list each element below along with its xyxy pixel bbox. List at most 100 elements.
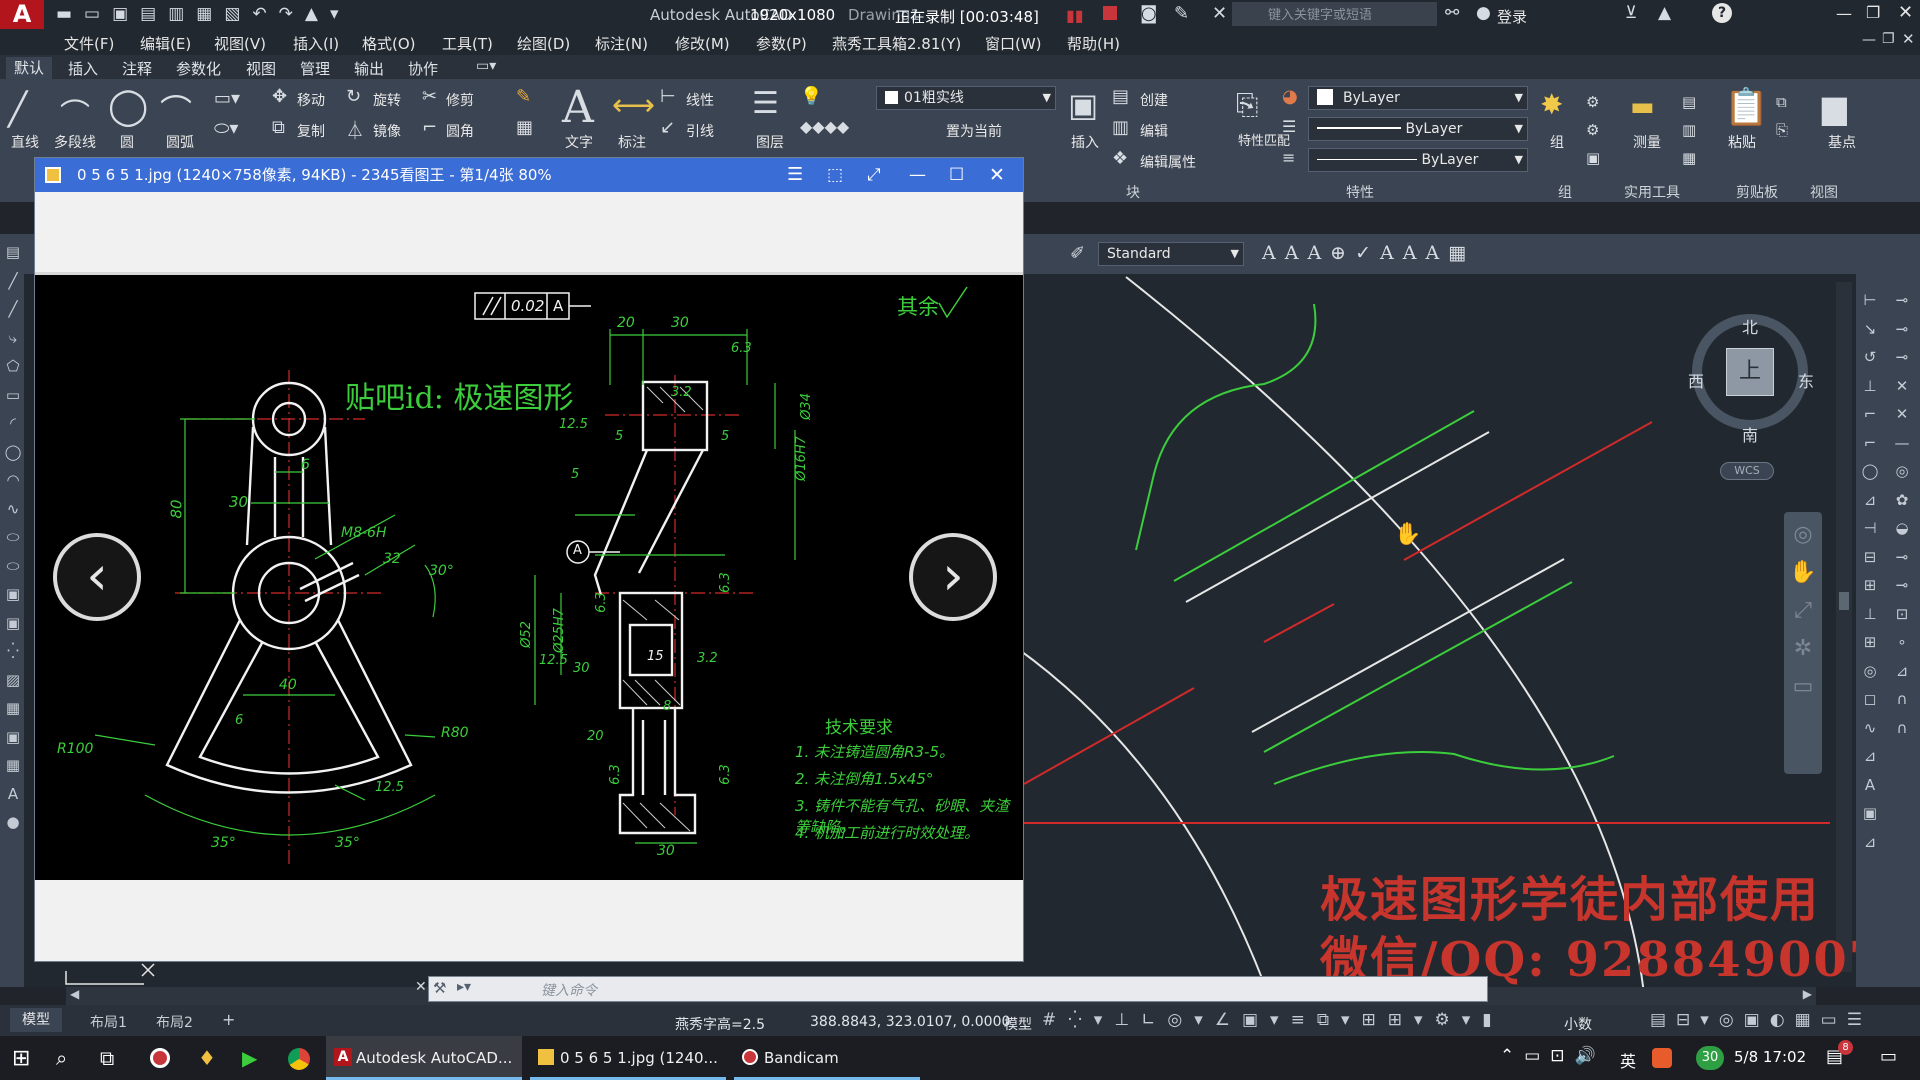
layer-properties-button[interactable]: 图层 — [756, 132, 784, 152]
line-button[interactable]: 直线 — [11, 132, 39, 152]
temperature-badge[interactable]: 30 — [1696, 1046, 1724, 1070]
calculator-icon[interactable]: ▤ ▥ ▦ — [1682, 88, 1696, 172]
taskbar-bandicam[interactable]: Bandicam — [734, 1036, 920, 1080]
base-point-button[interactable]: 基点 — [1828, 132, 1856, 152]
left-tool-icons[interactable]: ▤ ╱ ╱ ⤷ ⬠ ▭ ◜ ◯ ◠ ∿ ⬭ ⬭ ▣ ▣ ⁛ ▨ ▦ ▣ ▦ A ● — [4, 238, 22, 837]
insert-block-icon[interactable]: ▣ — [1068, 86, 1098, 124]
move-icon[interactable]: ✥ — [272, 86, 287, 107]
menu-icon[interactable]: ☰ — [787, 158, 803, 192]
camera-icon[interactable]: ◙ — [1140, 3, 1157, 24]
record-icon[interactable] — [150, 1048, 170, 1068]
coordinates-readout[interactable]: 388.8843, 323.0107, 0.0000 — [810, 1014, 1010, 1030]
tab-model[interactable]: 模型 — [10, 1008, 62, 1032]
exchange-icon[interactable]: ▲ — [1658, 3, 1671, 23]
tab-layout1[interactable]: 布局1 — [90, 1012, 127, 1032]
cart-icon[interactable]: ⊻ — [1625, 3, 1637, 23]
text-icon[interactable]: A — [562, 82, 594, 133]
tab-view[interactable]: 视图 — [246, 58, 276, 79]
edit-block-icon[interactable]: ▥ — [1112, 117, 1129, 138]
utilities-panel-title[interactable]: 实用工具 — [1624, 182, 1680, 202]
measure-icon[interactable]: ▬ — [1630, 92, 1655, 122]
fullscreen-icon[interactable]: ⬚ — [827, 158, 843, 192]
trim-icon[interactable]: ✂ — [422, 86, 437, 107]
restore-icon[interactable]: ❐ — [1866, 3, 1880, 22]
group-button[interactable]: 组 — [1550, 132, 1564, 152]
layer-icon[interactable]: ☰ — [752, 86, 779, 121]
model-space-button[interactable]: 模型 — [1004, 1014, 1032, 1034]
menu-modify[interactable]: 修改(M) — [675, 33, 730, 54]
status-right-icons[interactable]: ▤⊟▾◎▣◐▦▭☰ — [1650, 1010, 1872, 1030]
create-block-icon[interactable]: ▤ — [1112, 86, 1129, 107]
taskbar-viewer[interactable]: 0 5 6 5 1.jpg (1240... — [530, 1036, 726, 1080]
text-button[interactable]: 文字 — [565, 132, 593, 152]
expand-icon[interactable]: ⤢ — [867, 158, 881, 192]
add-layout-button[interactable]: + — [222, 1010, 235, 1029]
menu-draw[interactable]: 绘图(D) — [517, 33, 570, 54]
ime-indicator[interactable]: 英 — [1620, 1048, 1636, 1072]
right-tool-icons-col2[interactable]: ⊸ ⊸ ⊸ ✕ ✕ — ◎ ✿ ◒ ⊸ ⊸ ⊡ ∘ ⊿ ∩ ∩ — [1890, 286, 1914, 742]
linear-button[interactable]: 线性 — [686, 90, 714, 110]
circle-icon[interactable]: ◯ — [108, 86, 148, 127]
command-line[interactable]: ✕ ⚒ ▸▾ 键入命令 — [415, 976, 1488, 1002]
pencil-icon[interactable]: ✎ — [1174, 3, 1189, 24]
tab-insert[interactable]: 插入 — [68, 58, 98, 79]
array-icon[interactable]: ▦ — [516, 117, 533, 138]
viewcube-north[interactable]: 北 — [1742, 314, 1758, 338]
menu-format[interactable]: 格式(O) — [362, 33, 416, 54]
ribbon-toggle-icon[interactable]: ▭▾ — [476, 58, 496, 74]
chrome-icon[interactable] — [288, 1048, 310, 1070]
stop-icon[interactable] — [1103, 6, 1117, 20]
edit-block-button[interactable]: 编辑 — [1140, 121, 1168, 141]
clipboard-panel-title[interactable]: 剪贴板 — [1736, 182, 1778, 202]
taskbar-autocad[interactable]: A Autodesk AutoCAD... — [326, 1036, 522, 1080]
previous-image-button[interactable]: ‹ — [53, 533, 141, 621]
base-point-icon[interactable]: ▆ — [1822, 88, 1847, 126]
create-block-button[interactable]: 创建 — [1140, 90, 1168, 110]
wcs-menu[interactable]: WCS — [1720, 462, 1774, 480]
rotate-button[interactable]: 旋转 — [373, 90, 401, 110]
lineweight-dropdown[interactable]: ByLayer ▼ — [1308, 148, 1528, 172]
lineweight-icon[interactable]: ≡ — [1282, 148, 1295, 167]
scroll-right-icon[interactable]: ▶ — [1803, 987, 1812, 1001]
ellipse-icon[interactable]: ⬭▾ — [214, 118, 238, 139]
tab-layout2[interactable]: 布局2 — [156, 1012, 193, 1032]
windows-start-icon[interactable]: ⊞ — [12, 1046, 30, 1071]
measure-button[interactable]: 测量 — [1633, 132, 1661, 152]
menu-dimension[interactable]: 标注(N) — [595, 33, 648, 54]
layer-dropdown[interactable]: 01粗实线 ▼ — [876, 86, 1056, 110]
dimension-button[interactable]: 标注 — [618, 132, 646, 152]
match-properties-icon[interactable]: ⎘ — [1236, 88, 1258, 122]
tab-output[interactable]: 输出 — [354, 58, 384, 79]
menu-window[interactable]: 窗口(W) — [985, 33, 1042, 54]
color-dropdown[interactable]: ByLayer ▼ — [1308, 86, 1528, 110]
paste-icon[interactable]: 📋 — [1724, 86, 1769, 128]
help-icon[interactable]: ? — [1712, 3, 1732, 23]
viewer-maximize-icon[interactable]: ☐ — [949, 158, 964, 192]
wrench-icon[interactable]: ⚒ — [433, 979, 446, 997]
viewcube-south[interactable]: 南 — [1742, 422, 1758, 446]
text-style-dropdown[interactable]: Standard ▼ — [1098, 242, 1244, 266]
match-properties-button[interactable]: 特性匹配 — [1238, 134, 1290, 150]
search-taskbar-icon[interactable]: ⌕ — [56, 1046, 67, 1070]
groups-panel-title[interactable]: 组 — [1558, 182, 1572, 202]
edit-attr-button[interactable]: 编辑属性 — [1140, 152, 1196, 172]
polyline-button[interactable]: 多段线 — [54, 132, 96, 152]
color-wheel-icon[interactable]: ◕ — [1282, 86, 1298, 107]
user-icon[interactable]: ● — [1476, 3, 1491, 23]
fillet-icon[interactable]: ⌐ — [422, 117, 437, 138]
next-image-button[interactable]: › — [909, 533, 997, 621]
block-panel-title[interactable]: 块 — [1126, 182, 1140, 202]
tab-manage[interactable]: 管理 — [300, 58, 330, 79]
minimize-icon[interactable]: — — [1836, 4, 1852, 23]
bulb-icon[interactable]: 💡 — [800, 86, 822, 107]
tray-icons[interactable]: ⌃▭⊡🔊 — [1500, 1046, 1606, 1066]
set-current-button[interactable]: 置为当前 — [946, 121, 1002, 141]
right-tool-icons-col1[interactable]: ⊢ ↘ ↺ ⊥ ⌐ ⌐ ◯ ⊿ ⊣ ⊟ ⊞ ⊥ ⊞ ◎ ◻ ∿ ⊿ A ▣ ⊿ — [1858, 286, 1882, 856]
viewer-close-icon[interactable]: ✕ — [989, 158, 1005, 192]
linetype-dropdown[interactable]: ByLayer ▼ — [1308, 117, 1528, 141]
trim-button[interactable]: 修剪 — [446, 90, 474, 110]
arc-icon[interactable]: ⌒ — [160, 86, 192, 132]
group-tools-icon[interactable]: ⚙ ⚙ ▣ — [1586, 88, 1600, 172]
viewcube-face[interactable]: 上 — [1726, 348, 1774, 396]
mirror-icon[interactable]: ⏃ — [346, 117, 364, 143]
